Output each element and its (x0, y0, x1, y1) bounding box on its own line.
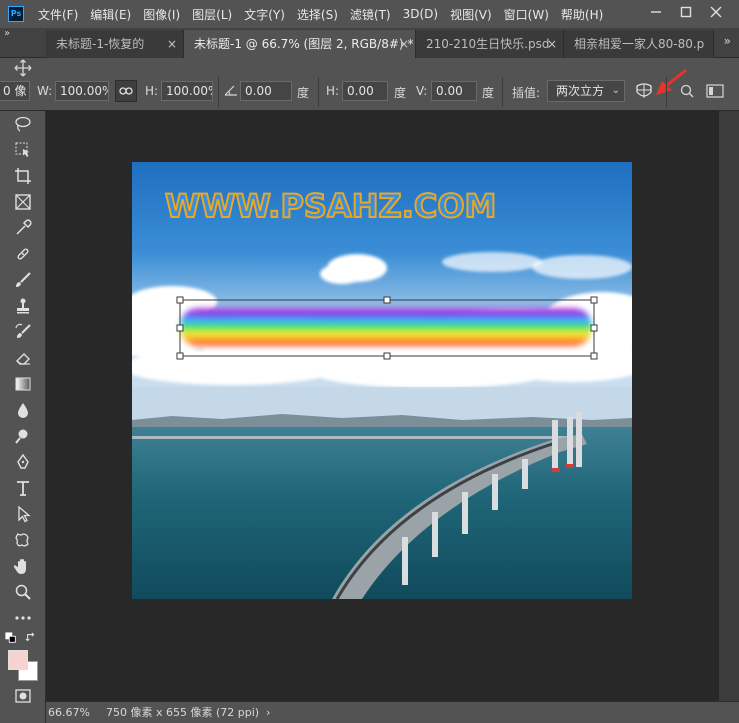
menu-image[interactable]: 图像(I) (143, 6, 180, 23)
vertical-scrollbar[interactable] (719, 111, 739, 701)
eyedropper-tool-icon[interactable] (10, 217, 36, 239)
separator (666, 77, 667, 107)
menu-window[interactable]: 窗口(W) (504, 6, 549, 23)
menu-file[interactable]: 文件(F) (38, 6, 78, 23)
clone-stamp-tool-icon[interactable] (10, 295, 36, 317)
document-tab-bar: » 未标题-1-恢复的 × 未标题-1 @ 66.7% (图层 2, RGB/8… (0, 28, 739, 58)
vertical-skew-field[interactable]: 0.00 (431, 81, 477, 101)
brush-tool-icon[interactable] (10, 269, 36, 291)
quick-mask-icon[interactable] (10, 685, 36, 707)
workspace-panel-icon[interactable] (704, 80, 726, 102)
chevron-down-icon: ⌄ (611, 85, 620, 96)
separator (218, 77, 219, 107)
width-field[interactable]: 100.00% (55, 81, 109, 101)
status-bar: 66.67% 750 像素 x 655 像素 (72 ppi) › (46, 701, 739, 723)
foreground-color-swatch[interactable] (8, 650, 28, 670)
type-tool-icon[interactable] (10, 477, 36, 499)
zoom-level-field[interactable]: 66.67% (46, 703, 94, 722)
menu-layer[interactable]: 图层(L) (192, 6, 232, 23)
horizontal-skew-field[interactable]: 0.00 (342, 81, 388, 101)
menu-3d[interactable]: 3D(D) (403, 7, 438, 21)
panel-expand-icon[interactable]: » (4, 28, 20, 42)
vertical-skew-label: V: (416, 84, 428, 98)
interpolation-label: 插值: (512, 86, 541, 100)
horizontal-skew-unit: 度 (394, 86, 407, 100)
more-tools-icon[interactable] (10, 607, 36, 629)
tab-title: 未标题-1-恢复的 (56, 37, 145, 51)
menu-edit[interactable]: 编辑(E) (90, 6, 131, 23)
tab-document-4[interactable]: 相亲相爱一家人80-80.p (564, 30, 714, 58)
rotate-angle-icon (224, 84, 238, 99)
tab-title: 相亲相爱一家人80-80.p (574, 37, 705, 51)
horizontal-skew-label: H: (326, 84, 340, 98)
menu-bar: Ps 文件(F) 编辑(E) 图像(I) 图层(L) 文字(Y) 选择(S) 滤… (0, 0, 739, 28)
tab-document-2[interactable]: 未标题-1 @ 66.7% (图层 2, RGB/8#) * × (184, 30, 416, 58)
menu-help[interactable]: 帮助(H) (561, 6, 603, 23)
link-proportions-icon[interactable] (115, 80, 137, 102)
status-menu-arrow-icon[interactable]: › (266, 703, 270, 723)
watermark-text: WWW.PSAHZ.COM (164, 187, 497, 225)
hand-tool-icon[interactable] (10, 555, 36, 577)
transform-options-bar: 0 像 W: 100.00% H: 100.00% 0.00 度 H: 0.00… (0, 59, 739, 111)
object-selection-tool-icon[interactable] (10, 139, 36, 161)
crop-tool-icon[interactable] (10, 165, 36, 187)
search-icon[interactable] (676, 80, 698, 102)
interpolation-select[interactable]: 两次立方 ⌄ (547, 80, 625, 102)
interpolation-value: 两次立方 (556, 84, 605, 98)
tab-title: 未标题-1 @ 66.7% (图层 2, RGB/8#) * (194, 37, 414, 51)
close-icon[interactable] (701, 2, 731, 22)
healing-brush-tool-icon[interactable] (10, 243, 36, 265)
height-label: H: (145, 84, 159, 98)
history-brush-tool-icon[interactable] (10, 321, 36, 343)
menu-view[interactable]: 视图(V) (450, 6, 492, 23)
tab-close-icon[interactable]: × (547, 30, 557, 58)
swap-colors-icon[interactable] (24, 631, 38, 645)
menu-type[interactable]: 文字(Y) (244, 6, 285, 23)
tab-document-1[interactable]: 未标题-1-恢复的 × (46, 30, 184, 58)
lasso-tool-icon[interactable] (10, 113, 36, 135)
dodge-tool-icon[interactable] (10, 425, 36, 447)
x-position-field[interactable]: 0 像 (0, 81, 30, 101)
tab-close-icon[interactable]: × (399, 30, 409, 58)
bridge-photo (132, 162, 632, 599)
document-info[interactable]: 750 像素 x 655 像素 (72 ppi) (106, 703, 259, 723)
image-canvas[interactable] (132, 162, 632, 599)
gradient-tool-icon[interactable] (10, 373, 36, 395)
zoom-tool-icon[interactable] (10, 581, 36, 603)
blur-tool-icon[interactable] (10, 399, 36, 421)
rotate-field[interactable]: 0.00 (240, 81, 292, 101)
maximize-icon[interactable] (671, 2, 701, 22)
tab-close-icon[interactable]: × (167, 30, 177, 58)
custom-shape-tool-icon[interactable] (10, 529, 36, 551)
tools-panel (0, 111, 46, 723)
window-controls (641, 2, 731, 22)
height-field[interactable]: 100.00% (161, 81, 213, 101)
default-colors-icon[interactable] (4, 631, 18, 645)
eraser-tool-icon[interactable] (10, 347, 36, 369)
frame-tool-icon[interactable] (10, 191, 36, 213)
rotate-unit: 度 (297, 86, 310, 100)
pen-tool-icon[interactable] (10, 451, 36, 473)
separator (502, 77, 503, 107)
tab-title: 210-210生日快乐.psd (426, 37, 550, 51)
path-selection-tool-icon[interactable] (10, 503, 36, 525)
menu-filter[interactable]: 滤镜(T) (350, 6, 391, 23)
vertical-skew-unit: 度 (482, 86, 495, 100)
tab-document-3[interactable]: 210-210生日快乐.psd × (416, 30, 564, 58)
move-icon[interactable] (10, 59, 36, 77)
minimize-icon[interactable] (641, 2, 671, 22)
tab-overflow-icon[interactable]: » (724, 34, 731, 48)
separator (318, 77, 319, 107)
photoshop-logo: Ps (8, 6, 24, 22)
menu-select[interactable]: 选择(S) (297, 6, 338, 23)
width-label: W: (37, 84, 53, 98)
